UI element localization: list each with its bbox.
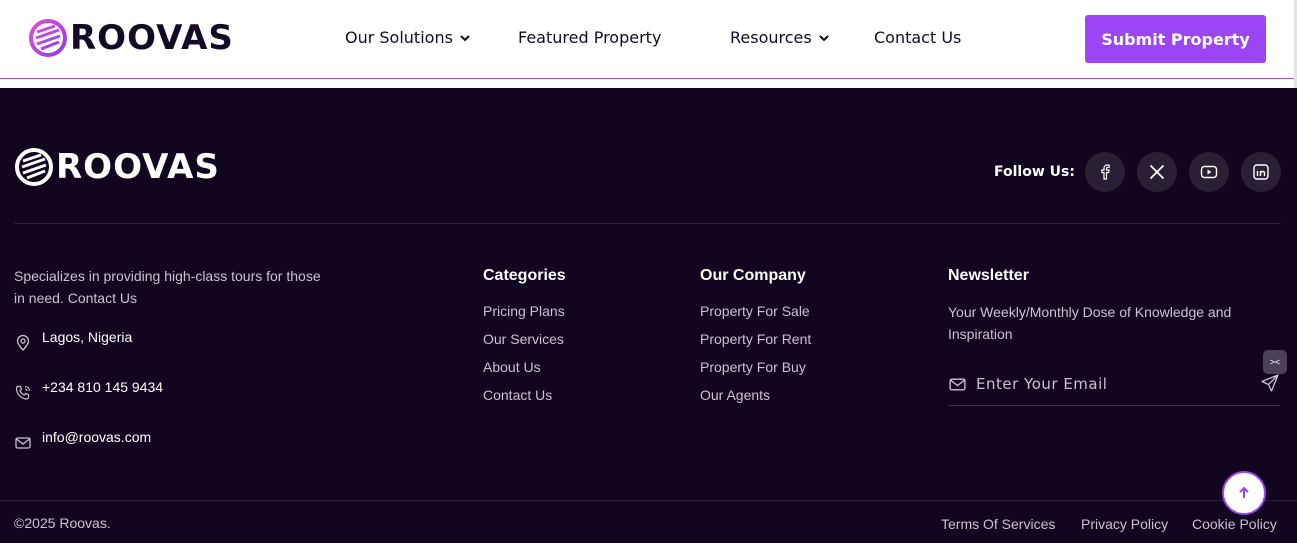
categories-title: Categories xyxy=(483,267,566,284)
footer-logo[interactable]: ROOVAS xyxy=(14,147,220,187)
link-pricing-plans[interactable]: Pricing Plans xyxy=(483,303,565,319)
roovas-logo-mark-icon xyxy=(29,19,67,57)
facebook-link[interactable] xyxy=(1085,152,1125,192)
nav-label: Contact Us xyxy=(874,28,962,47)
link-cookie-policy[interactable]: Cookie Policy xyxy=(1192,516,1277,532)
facebook-icon xyxy=(1101,164,1110,180)
mail-icon xyxy=(949,378,966,391)
x-link[interactable] xyxy=(1137,152,1177,192)
nav-resources[interactable]: Resources xyxy=(730,28,830,47)
linkedin-icon xyxy=(1253,164,1269,180)
contact-phone[interactable]: +234 810 145 9434 xyxy=(14,378,163,402)
site-footer: ROOVAS Follow Us: Specializes in providi… xyxy=(0,88,1297,543)
nav-label: Featured Property xyxy=(518,28,662,47)
link-contact-us[interactable]: Contact Us xyxy=(483,387,552,403)
newsletter-title: Newsletter xyxy=(948,267,1029,284)
company-description: Specializes in providing high-class tour… xyxy=(14,268,321,306)
contact-phone-text: +234 810 145 9434 xyxy=(42,379,164,395)
contact-email[interactable]: info@roovas.com xyxy=(14,428,151,452)
nav-label: Our Solutions xyxy=(345,28,453,47)
chevron-down-icon xyxy=(819,34,829,41)
newsletter-email-input[interactable] xyxy=(976,370,1246,398)
youtube-icon xyxy=(1200,165,1218,179)
link-our-services[interactable]: Our Services xyxy=(483,331,564,347)
footer-bottom-divider xyxy=(0,500,1297,501)
send-icon[interactable] xyxy=(1260,373,1280,393)
submit-property-button[interactable]: Submit Property xyxy=(1085,15,1266,63)
nav-label: Resources xyxy=(730,28,812,47)
contact-email-text: info@roovas.com xyxy=(42,429,152,445)
link-privacy-policy[interactable]: Privacy Policy xyxy=(1081,516,1168,532)
nav-contact-us[interactable]: Contact Us xyxy=(874,28,961,47)
header-logo[interactable]: ROOVAS xyxy=(28,18,234,58)
footer-divider xyxy=(14,223,1281,224)
follow-us-label: Follow Us: xyxy=(994,164,1075,180)
mail-icon xyxy=(15,437,31,449)
link-terms-of-services[interactable]: Terms Of Services xyxy=(941,516,1055,532)
location-pin-icon xyxy=(16,334,30,351)
nav-featured-property[interactable]: Featured Property xyxy=(518,28,661,47)
scroll-to-top-button[interactable] xyxy=(1222,471,1266,515)
footer-logo-text: ROOVAS xyxy=(56,147,220,187)
newsletter-form xyxy=(948,366,1280,406)
company-title: Our Company xyxy=(700,267,806,284)
linkedin-link[interactable] xyxy=(1241,152,1281,192)
phone-icon xyxy=(15,385,31,400)
link-our-agents[interactable]: Our Agents xyxy=(700,387,770,403)
link-property-for-rent[interactable]: Property For Rent xyxy=(700,331,811,347)
copyright-text: ©2025 Roovas. xyxy=(14,515,111,531)
link-about-us[interactable]: About Us xyxy=(483,359,541,375)
x-icon xyxy=(1149,164,1165,180)
arrow-up-icon xyxy=(1239,486,1249,498)
contact-location: Lagos, Nigeria xyxy=(14,328,132,352)
chevron-down-icon xyxy=(460,34,470,41)
chat-widget-icon[interactable]: >< xyxy=(1263,350,1287,374)
roovas-logo-mark-icon xyxy=(15,148,53,186)
youtube-link[interactable] xyxy=(1189,152,1229,192)
contact-location-text: Lagos, Nigeria xyxy=(42,329,133,345)
site-header: ROOVAS Our Solutions Featured Property R… xyxy=(0,0,1297,79)
header-logo-text: ROOVAS xyxy=(70,18,234,58)
nav-our-solutions[interactable]: Our Solutions xyxy=(345,28,471,47)
newsletter-description: Your Weekly/Monthly Dose of Knowledge an… xyxy=(948,304,1232,342)
link-property-for-buy[interactable]: Property For Buy xyxy=(700,359,806,375)
link-property-for-sale[interactable]: Property For Sale xyxy=(700,303,810,319)
